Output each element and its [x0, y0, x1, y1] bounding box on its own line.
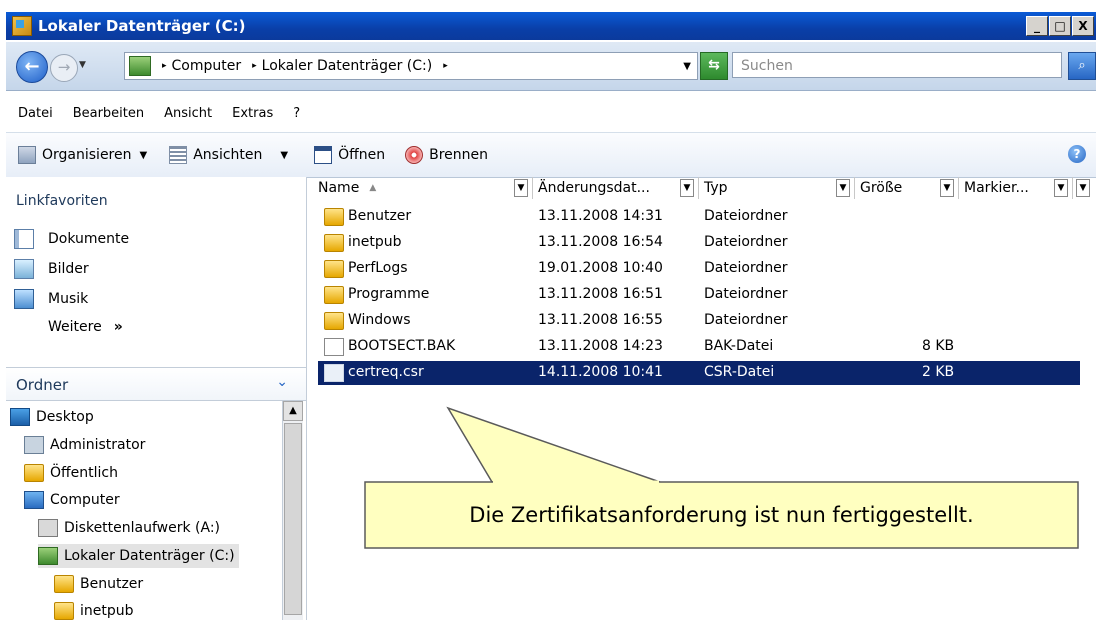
- callout-text: Die Zertifikatsanforderung ist nun ferti…: [469, 503, 974, 527]
- callout-pointer: [446, 406, 661, 483]
